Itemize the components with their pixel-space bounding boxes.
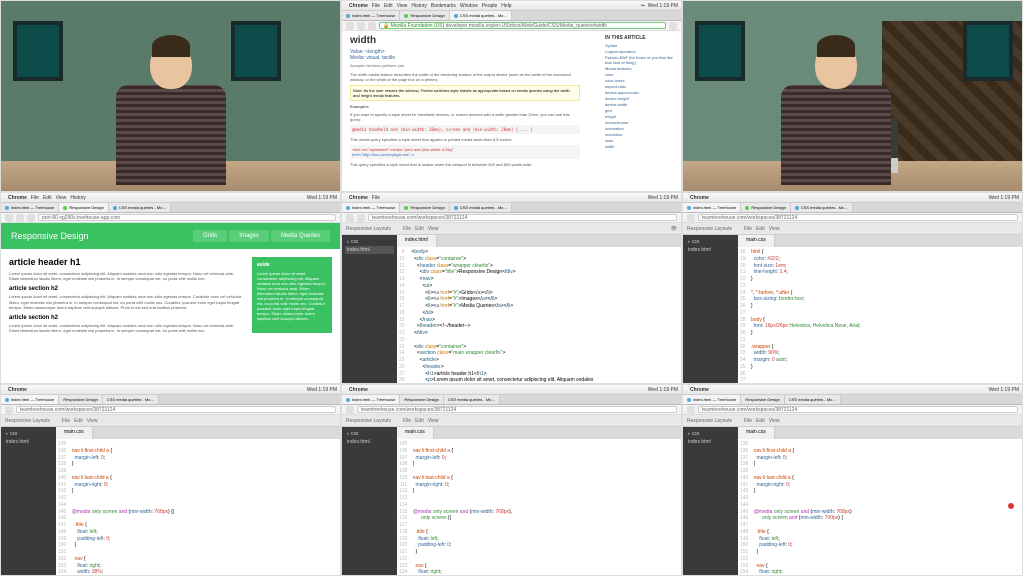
nav-link[interactable]: Grids [193, 230, 227, 242]
folder-css[interactable]: css [345, 238, 394, 246]
file-index-html[interactable]: index.html [345, 246, 394, 254]
menu-button[interactable] [669, 22, 677, 30]
error-indicator-icon[interactable] [1008, 503, 1014, 509]
preview-icon[interactable]: 👁 [671, 226, 677, 232]
site-title: Responsive Design [11, 231, 89, 241]
tab-3[interactable]: CSS media queries - Mo… [450, 11, 513, 20]
mdn-content: IN THIS ARTICLE SyntaxLogical operatorsP… [342, 31, 681, 191]
tab-1[interactable]: index.html — Treehouse [342, 11, 400, 20]
address-bar[interactable]: 🔒 Mozilla Foundation (US) developer.mozi… [379, 22, 666, 29]
browser-tabs: index.html — Treehouse Responsive Design… [342, 11, 681, 21]
address-bar[interactable]: teamtreehouse.com/workspaces/38721124 [368, 214, 677, 221]
article-h1: article header h1 [9, 257, 244, 267]
instructor-video-right: ⭐😊💗🌈 [682, 0, 1023, 192]
editor-css-panel-4: ChromeWed 1:19 PM index.html — Treehouse… [682, 384, 1023, 576]
preview-aside: asideLorem ipsum dolor sit amet, consect… [252, 257, 332, 333]
file-tree[interactable]: css index.html [342, 235, 397, 384]
back-button[interactable] [346, 22, 354, 30]
code-editor[interactable]: 1051061071081091101111121131141151161171… [397, 439, 681, 576]
tab-2[interactable]: Responsive Design [400, 11, 449, 20]
code-editor[interactable]: 9101112131415161718192021222324252627282… [397, 247, 681, 384]
nav-link[interactable]: Images [229, 230, 269, 242]
wifi-icon[interactable]: ⏦ [641, 3, 645, 9]
editor-css-panel-2: ChromeWed 1:19 PM index.html — Treehouse… [0, 384, 341, 576]
forward-button[interactable] [357, 22, 365, 30]
instructor-video-left [0, 0, 341, 192]
mdn-browser-panel: Chrome FileEditViewHistoryBookmarksWindo… [341, 0, 682, 192]
toc-sidebar: IN THIS ARTICLE SyntaxLogical operatorsP… [605, 35, 675, 150]
code-editor[interactable]: 1351361371381391401411421431441451461471… [56, 439, 340, 576]
code-editor[interactable]: 1819202122232425262728293031323334353637… [738, 247, 1022, 384]
clock: Wed 1:19 PM [648, 3, 678, 9]
responsive-preview-panel: ChromeFileEditViewHistoryWed 1:19 PM ind… [0, 192, 341, 384]
reload-button[interactable] [368, 22, 376, 30]
nav-link[interactable]: Media Queries [271, 230, 330, 242]
forward-button[interactable] [16, 214, 24, 222]
address-bar[interactable]: port-80-xg290s.treehouse-app.com [38, 214, 336, 221]
back-button[interactable] [5, 214, 13, 222]
editor-tab[interactable]: index.html [397, 235, 437, 247]
toc-heading: IN THIS ARTICLE [605, 35, 675, 41]
project-name: Responsive Layouts [346, 226, 391, 232]
reload-button[interactable] [27, 214, 35, 222]
editor-css-panel-1: ChromeWed 1:19 PM index.html — Treehouse… [682, 192, 1023, 384]
code-editor[interactable]: 1351361371381391401411421431441451461471… [738, 439, 1022, 576]
editor-css-panel-3: ChromeWed 1:19 PM index.html — Treehouse… [341, 384, 682, 576]
editor-html-panel: ChromeFileWed 1:19 PM index.html — Treeh… [341, 192, 682, 384]
site-header: Responsive Design GridsImagesMedia Queri… [1, 223, 340, 249]
app-name: Chrome [349, 3, 368, 9]
mac-menubar: Chrome FileEditViewHistoryBookmarksWindo… [342, 1, 681, 11]
